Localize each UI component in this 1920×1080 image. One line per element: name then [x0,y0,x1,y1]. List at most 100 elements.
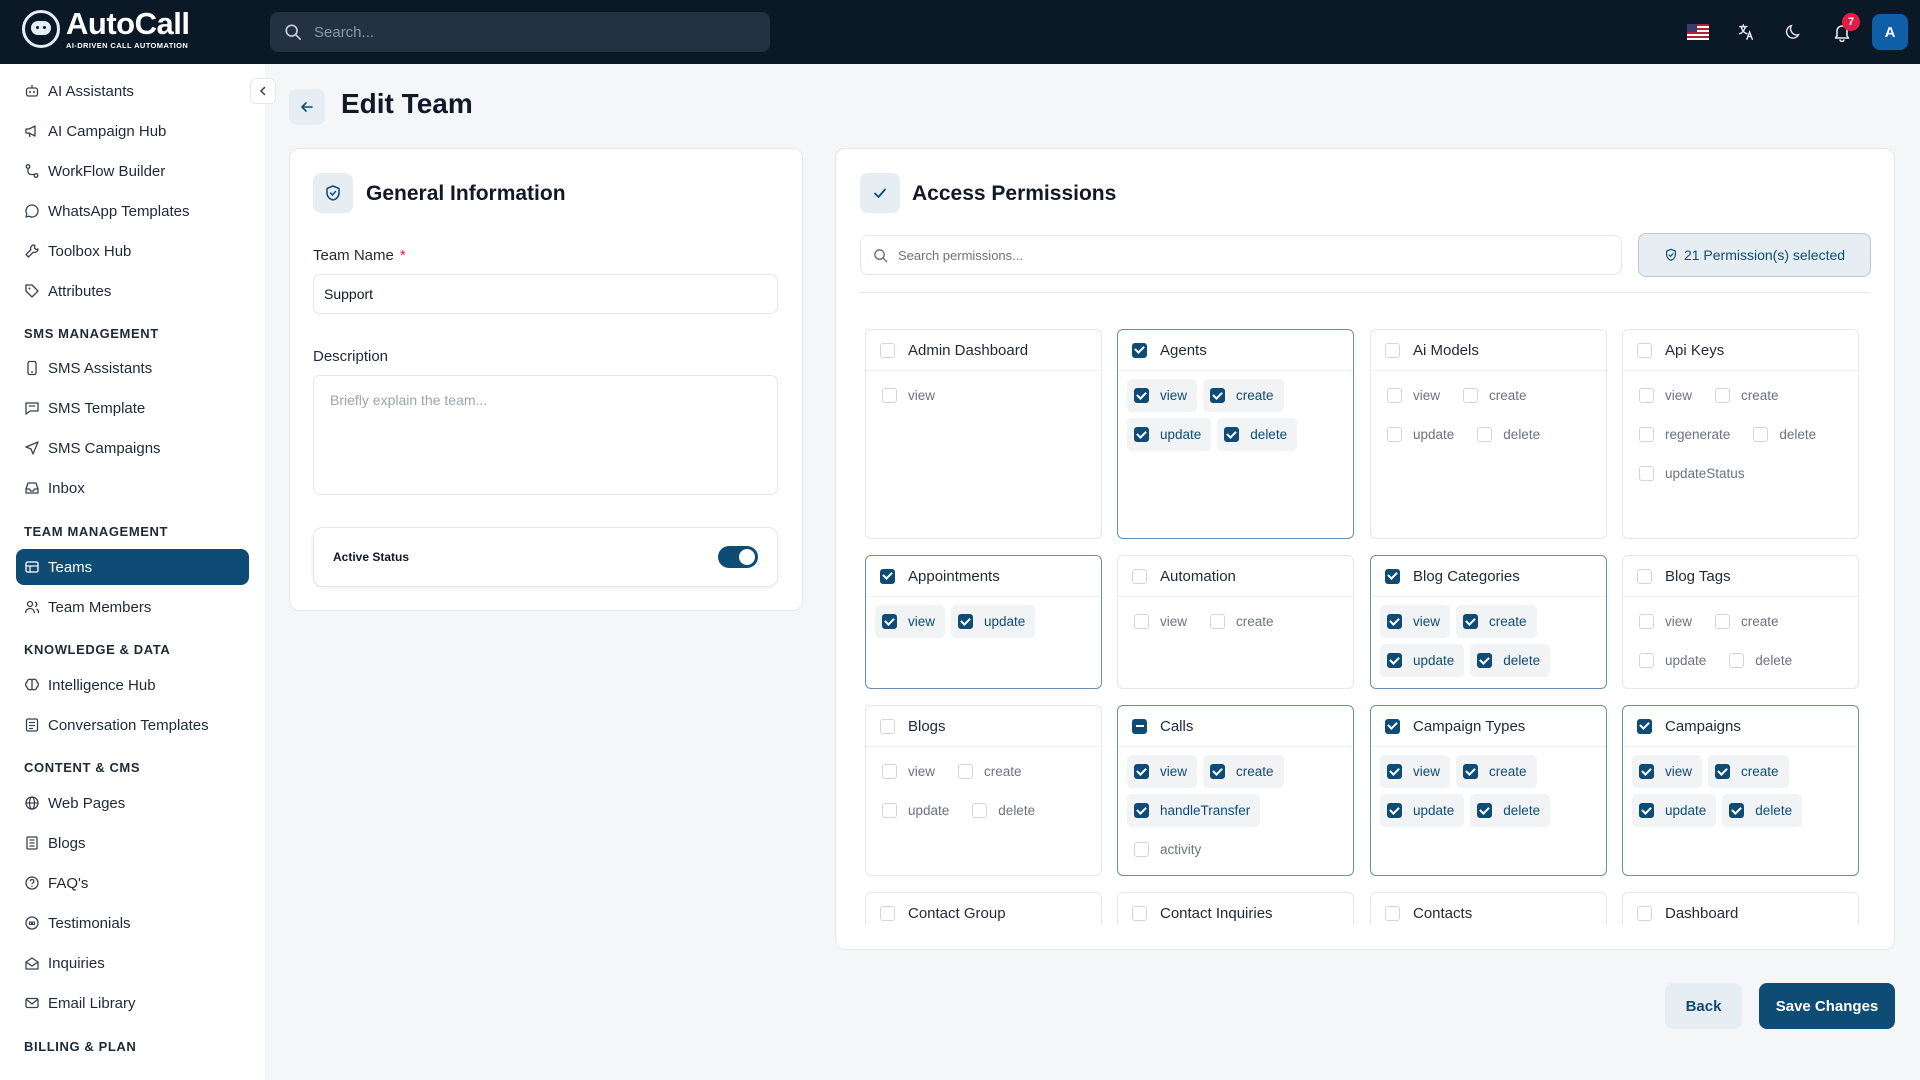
autocall-logo[interactable]: AutoCall AI-DRIVEN CALL AUTOMATION [22,8,190,50]
permission-option[interactable]: view [1380,605,1451,638]
permission-option[interactable]: view [1380,379,1450,412]
permission-checkbox[interactable] [1387,764,1402,779]
select-all-checkbox[interactable] [1637,718,1652,734]
team-name-field[interactable] [313,274,778,314]
permission-search-input[interactable] [898,247,1598,263]
select-all-checkbox[interactable] [1385,718,1400,734]
permission-checkbox[interactable] [1639,764,1654,779]
notifications-button[interactable]: 7 [1818,8,1866,56]
permission-option[interactable]: create [1456,379,1537,412]
sidebar-item-blogs[interactable]: Blogs [16,825,249,861]
permission-option[interactable]: update [951,605,1036,638]
permission-checkbox[interactable] [1134,764,1149,779]
select-all-checkbox[interactable] [880,718,895,734]
permission-option[interactable]: create [1708,755,1789,788]
select-all-checkbox[interactable] [1637,342,1652,358]
sidebar-item-testimonials[interactable]: Testimonials [16,905,249,941]
sidebar-item-ai-campaign-hub[interactable]: AI Campaign Hub [16,113,249,149]
permission-card-header[interactable]: Agents [1118,330,1353,371]
permission-checkbox[interactable] [958,764,974,779]
permission-checkbox[interactable] [1210,388,1226,403]
description-field[interactable] [313,375,778,495]
permission-checkbox[interactable] [1387,614,1402,629]
select-all-checkbox[interactable] [1637,905,1652,921]
permission-option[interactable]: update [1380,418,1464,451]
permission-checkbox[interactable] [1224,427,1240,442]
sidebar-item-email-library[interactable]: Email Library [16,985,249,1021]
permission-option[interactable]: delete [1470,644,1551,677]
permission-option[interactable]: view [875,379,945,412]
sidebar-item-team-members[interactable]: Team Members [16,589,249,625]
global-search[interactable] [270,12,770,52]
select-all-checkbox[interactable] [880,342,895,358]
sidebar-item-sms-assistants[interactable]: SMS Assistants [16,350,249,386]
permission-checkbox[interactable] [1463,614,1479,629]
sidebar-item-sms-template[interactable]: SMS Template [16,390,249,426]
permission-option[interactable]: delete [1470,418,1550,451]
permission-option[interactable]: update [1127,418,1212,451]
permission-checkbox[interactable] [1134,388,1149,403]
permission-option[interactable]: updateStatus [1632,457,1755,490]
permission-option[interactable]: view [875,605,946,638]
save-changes-button[interactable]: Save Changes [1759,983,1895,1029]
permission-checkbox[interactable] [1715,764,1731,779]
select-all-checkbox[interactable] [1385,905,1400,921]
permission-option[interactable]: update [1380,644,1465,677]
permission-checkbox[interactable] [1387,803,1402,818]
sidebar-item-inbox[interactable]: Inbox [16,470,249,506]
permission-checkbox[interactable] [1387,427,1402,442]
permission-option[interactable]: view [1127,755,1198,788]
permission-checkbox[interactable] [1463,764,1479,779]
permission-checkbox[interactable] [1477,803,1493,818]
global-search-input[interactable] [314,23,734,41]
permission-card-header[interactable]: Blog Categories [1371,556,1606,597]
permission-checkbox[interactable] [882,803,897,818]
language-flag-button[interactable] [1674,8,1722,56]
permission-checkbox[interactable] [1387,388,1402,403]
permission-checkbox[interactable] [1715,388,1731,403]
sidebar-item-faqs[interactable]: FAQ's [16,865,249,901]
permission-card-header[interactable]: Campaign Types [1371,706,1606,747]
sidebar-item-conversation-templates[interactable]: Conversation Templates [16,707,249,743]
permission-checkbox[interactable] [1387,653,1402,668]
permission-checkbox[interactable] [1477,427,1493,442]
sidebar-item-sms-campaigns[interactable]: SMS Campaigns [16,430,249,466]
sidebar-item-intelligence-hub[interactable]: Intelligence Hub [16,667,249,703]
permission-checkbox[interactable] [1477,653,1493,668]
permission-option[interactable]: view [1632,379,1702,412]
permission-checkbox[interactable] [1639,388,1654,403]
permission-option[interactable]: delete [1722,644,1802,677]
permission-option[interactable]: handleTransfer [1127,794,1261,827]
permission-card-header[interactable]: Blog Tags [1623,556,1858,597]
permission-card-header[interactable]: Admin Dashboard [866,330,1101,371]
sidebar-item-ai-assistants[interactable]: AI Assistants [16,73,249,109]
sidebar-item-whatsapp-templates[interactable]: WhatsApp Templates [16,193,249,229]
permission-option[interactable]: update [875,794,959,827]
permission-option[interactable]: view [875,755,945,788]
select-all-checkbox[interactable] [1385,568,1400,584]
select-all-checkbox[interactable] [1132,905,1147,921]
permission-option[interactable]: create [951,755,1032,788]
permission-checkbox[interactable] [1729,653,1745,668]
back-button[interactable]: Back [1665,983,1742,1029]
permission-checkbox[interactable] [972,803,988,818]
translate-button[interactable] [1722,8,1770,56]
permission-card-header[interactable]: Appointments [866,556,1101,597]
permission-checkbox[interactable] [882,614,897,629]
permission-checkbox[interactable] [1210,764,1226,779]
select-all-checkbox[interactable] [1132,718,1147,734]
select-all-checkbox[interactable] [1132,342,1147,358]
permission-option[interactable]: delete [1746,418,1826,451]
permission-checkbox[interactable] [1639,614,1654,629]
theme-toggle-button[interactable] [1770,8,1818,56]
permission-card-header[interactable]: Contacts [1371,893,1606,924]
select-all-checkbox[interactable] [1385,342,1400,358]
permission-checkbox[interactable] [958,614,974,629]
permission-checkbox[interactable] [1134,427,1149,442]
select-all-checkbox[interactable] [880,568,895,584]
permission-option[interactable]: create [1203,605,1284,638]
permission-checkbox[interactable] [882,388,897,403]
sidebar-item-toolbox-hub[interactable]: Toolbox Hub [16,233,249,269]
permission-option[interactable]: view [1632,605,1702,638]
back-arrow-button[interactable] [289,89,325,125]
